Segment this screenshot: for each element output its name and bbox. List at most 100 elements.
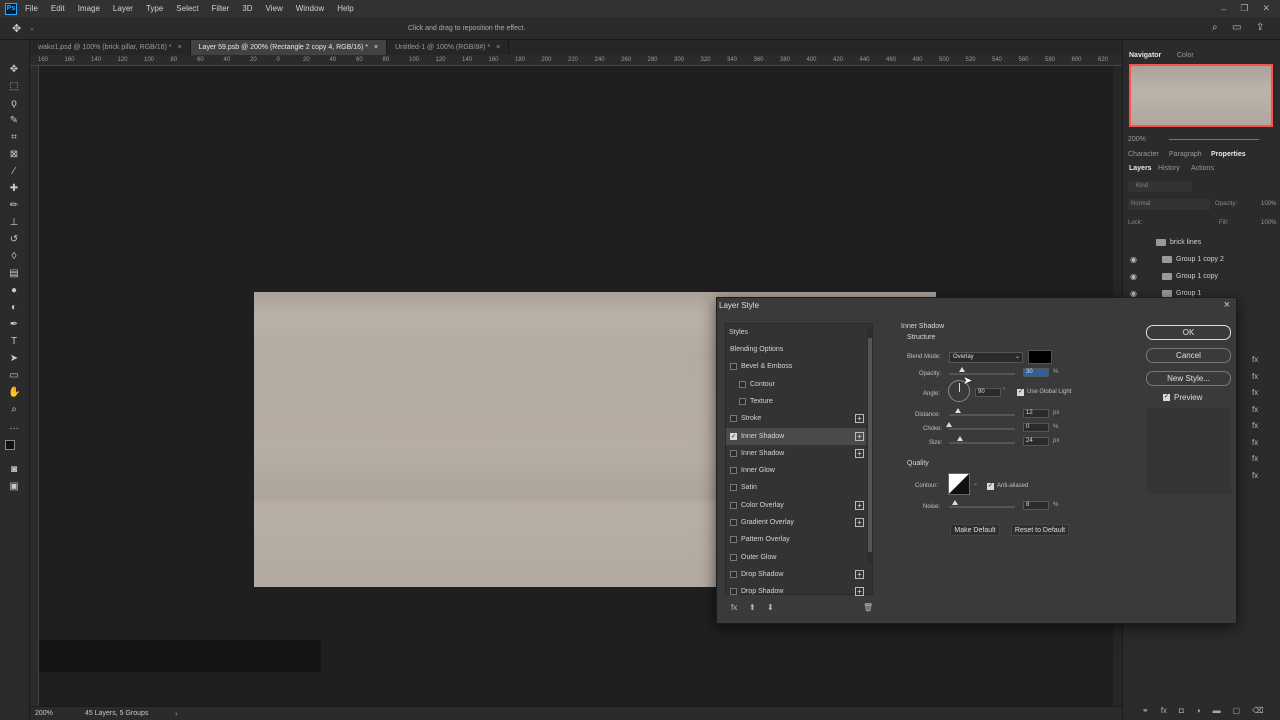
- gradient-tool-icon[interactable]: ▤: [8, 268, 20, 280]
- move-tool-icon[interactable]: ✥: [8, 64, 20, 76]
- style-item[interactable]: Contour: [726, 376, 866, 393]
- menu-edit[interactable]: Edit: [51, 4, 65, 13]
- share-icon[interactable]: ⇪: [1256, 22, 1264, 33]
- style-item[interactable]: Pattern Overlay: [726, 531, 866, 548]
- menu-3d[interactable]: 3D: [242, 4, 252, 13]
- fx-icon[interactable]: fx: [1252, 402, 1258, 419]
- minimize-icon[interactable]: –: [1221, 4, 1226, 14]
- style-checkbox[interactable]: [730, 484, 737, 492]
- style-item[interactable]: Inner Glow: [726, 462, 866, 479]
- style-item[interactable]: Outer Glow: [726, 549, 866, 566]
- choke-slider-thumb[interactable]: [946, 422, 952, 427]
- more-tools-icon[interactable]: …: [8, 421, 20, 433]
- adjustment-icon[interactable]: ◑: [1196, 706, 1201, 716]
- crop-tool-icon[interactable]: ⌗: [8, 132, 20, 144]
- move-down-icon[interactable]: ⬇: [767, 603, 774, 612]
- zoom-level[interactable]: 200%: [35, 710, 53, 717]
- fx-icon[interactable]: fx: [731, 603, 737, 612]
- tab-wako1[interactable]: wako1.psd @ 100% (brick pillar, RGB/16) …: [30, 40, 191, 55]
- style-item[interactable]: Color Overlay +: [726, 497, 866, 514]
- opacity-input[interactable]: 30: [1023, 368, 1049, 377]
- angle-input[interactable]: 90: [975, 388, 1001, 397]
- noise-input[interactable]: 8: [1023, 501, 1049, 510]
- add-effect-icon[interactable]: +: [855, 431, 864, 441]
- close-icon[interactable]: ×: [496, 44, 500, 51]
- style-checkbox[interactable]: [730, 536, 737, 544]
- style-item[interactable]: Bevel & Emboss: [726, 358, 866, 375]
- fx-icon[interactable]: fx: [1252, 385, 1258, 402]
- layer-row[interactable]: brick lines: [1124, 234, 1280, 250]
- lasso-tool-icon[interactable]: ϙ: [8, 98, 20, 110]
- type-tool-icon[interactable]: T: [8, 336, 20, 348]
- tab-untitled1[interactable]: Untitled-1 @ 100% (RGB/8#) * ×: [387, 40, 510, 55]
- layer-fill[interactable]: 100%: [1261, 220, 1276, 226]
- eye-icon[interactable]: ◉: [1130, 255, 1142, 264]
- layer-row[interactable]: ◉ Group 1 copy: [1124, 268, 1280, 284]
- blur-tool-icon[interactable]: ●: [8, 285, 20, 297]
- add-effect-icon[interactable]: +: [855, 500, 864, 510]
- close-icon[interactable]: ×: [374, 44, 378, 51]
- add-effect-icon[interactable]: +: [855, 448, 864, 458]
- history-brush-icon[interactable]: ↺: [8, 234, 20, 246]
- make-default-button[interactable]: Make Default: [950, 524, 1000, 536]
- move-tool-icon[interactable]: ✥: [12, 22, 21, 35]
- pen-tool-icon[interactable]: ✒: [8, 319, 20, 331]
- trash-icon[interactable]: ⌫: [1252, 706, 1263, 716]
- tab-actions[interactable]: Actions: [1191, 165, 1214, 172]
- link-icon[interactable]: ⚭: [1142, 706, 1149, 716]
- distance-slider[interactable]: [949, 414, 1015, 416]
- quick-mask-icon[interactable]: ◙: [8, 464, 20, 476]
- anti-aliased-checkbox[interactable]: ✓: [987, 483, 994, 490]
- styles-header[interactable]: Styles: [726, 324, 866, 341]
- menu-layer[interactable]: Layer: [113, 4, 133, 13]
- style-checkbox[interactable]: [730, 553, 737, 561]
- trash-icon[interactable]: 🗑: [863, 603, 873, 612]
- fx-icon[interactable]: fx: [1161, 706, 1167, 716]
- search-icon[interactable]: ⌕: [1212, 22, 1218, 33]
- layer-kind-filter[interactable]: Kind: [1128, 181, 1192, 192]
- tab-history[interactable]: History: [1158, 165, 1180, 172]
- add-effect-icon[interactable]: +: [855, 569, 864, 579]
- menu-window[interactable]: Window: [296, 4, 324, 13]
- close-window-icon[interactable]: ✕: [1262, 3, 1270, 14]
- new-layer-icon[interactable]: ▢: [1233, 706, 1241, 716]
- new-group-icon[interactable]: ▬: [1213, 706, 1221, 716]
- size-slider-thumb[interactable]: [957, 436, 963, 441]
- eraser-tool-icon[interactable]: ◊: [8, 251, 20, 263]
- chevron-right-icon[interactable]: ›: [175, 709, 178, 718]
- menu-file[interactable]: File: [25, 4, 38, 13]
- nav-zoom[interactable]: 200%: [1128, 136, 1146, 143]
- style-item[interactable]: Drop Shadow +: [726, 566, 866, 583]
- screen-mode-icon[interactable]: ▣: [8, 481, 20, 493]
- add-effect-icon[interactable]: +: [855, 587, 864, 597]
- mask-icon[interactable]: ◘: [1179, 706, 1184, 716]
- dodge-tool-icon[interactable]: ◐: [8, 302, 20, 314]
- fx-icon[interactable]: fx: [1252, 418, 1258, 435]
- style-checkbox[interactable]: [730, 363, 737, 371]
- tab-character[interactable]: Character: [1128, 151, 1159, 158]
- foreground-color-swatch[interactable]: [5, 440, 15, 450]
- hand-tool-icon[interactable]: ✋: [8, 387, 20, 399]
- frame-tool-icon[interactable]: ⊠: [8, 149, 20, 161]
- style-checkbox[interactable]: [739, 397, 746, 405]
- close-icon[interactable]: ×: [1224, 299, 1230, 311]
- eye-icon[interactable]: ◉: [1130, 272, 1142, 281]
- style-item[interactable]: ✓ Inner Shadow +: [726, 427, 866, 445]
- quick-select-tool-icon[interactable]: ✎: [8, 115, 20, 127]
- ok-button[interactable]: OK: [1146, 325, 1231, 340]
- zoom-tool-icon[interactable]: ⌕: [8, 404, 20, 416]
- style-item[interactable]: Drop Shadow +: [726, 583, 866, 600]
- workspace-icon[interactable]: ▭: [1232, 22, 1241, 33]
- style-item[interactable]: Texture: [726, 393, 866, 410]
- style-checkbox[interactable]: ✓: [730, 432, 737, 440]
- opacity-slider[interactable]: [949, 373, 1015, 375]
- fx-icon[interactable]: fx: [1252, 352, 1258, 369]
- menu-type[interactable]: Type: [146, 4, 163, 13]
- style-checkbox[interactable]: [730, 588, 737, 596]
- cancel-button[interactable]: Cancel: [1146, 348, 1231, 363]
- style-checkbox[interactable]: [730, 570, 737, 578]
- menu-select[interactable]: Select: [176, 4, 198, 13]
- style-item[interactable]: Gradient Overlay +: [726, 514, 866, 531]
- fx-icon[interactable]: fx: [1252, 451, 1258, 468]
- styles-scrollbar[interactable]: [867, 326, 873, 564]
